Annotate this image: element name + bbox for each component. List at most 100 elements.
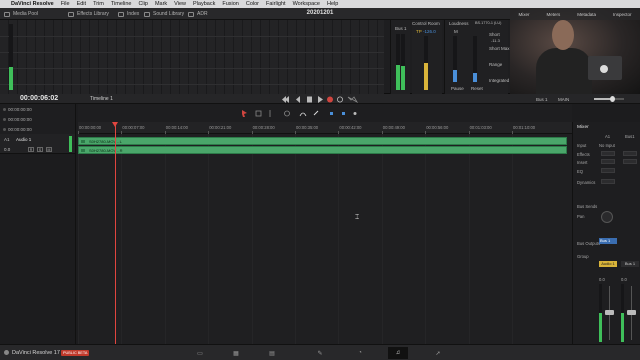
dynamics-slot-a1[interactable] — [601, 179, 615, 184]
loudness-standard[interactable]: BS.1770-1 (LU) — [475, 21, 501, 25]
output-mode-select[interactable]: MAIN — [558, 97, 569, 102]
timeline-grid-line — [164, 134, 166, 344]
tc-row[interactable]: 00:00:00:00 — [8, 117, 32, 122]
menu-color[interactable]: Color — [246, 1, 259, 7]
record-arm-button[interactable]: R — [28, 147, 34, 152]
scroll-icon[interactable] — [347, 96, 359, 103]
dim-icon[interactable] — [353, 112, 357, 115]
stop-icon[interactable] — [307, 96, 312, 103]
pointer-tool-icon[interactable] — [242, 110, 247, 117]
play-icon[interactable] — [318, 96, 323, 103]
menu-help[interactable]: Help — [327, 1, 338, 7]
channel-meter-bank — [0, 20, 384, 94]
snap-icon[interactable] — [299, 112, 307, 117]
solo-button[interactable]: S — [37, 147, 43, 152]
record-icon[interactable] — [327, 96, 333, 103]
tc-row[interactable]: 00:00:00:00 — [8, 107, 32, 112]
effects-library-button[interactable]: Effects Library — [68, 10, 109, 18]
menu-playback[interactable]: Playback — [193, 1, 215, 7]
volume-slider[interactable] — [594, 96, 624, 102]
fader-a1[interactable] — [605, 310, 614, 316]
audio-clip-right[interactable]: S0H2780-MOV - R — [78, 146, 567, 154]
playhead[interactable] — [115, 122, 116, 344]
channel-name-audio1[interactable]: Audio 1 — [599, 261, 617, 267]
deliver-page-icon[interactable]: ➚ — [428, 347, 448, 359]
loudness-m-bar — [453, 36, 457, 82]
marker-icon[interactable] — [342, 112, 345, 115]
tc-row[interactable]: 00:00:00:00 — [8, 127, 32, 132]
track-level[interactable]: 0.0 — [4, 147, 10, 152]
timecode-display[interactable]: 00:00:06:02 — [20, 95, 58, 102]
mute-button[interactable]: M — [46, 147, 52, 152]
pause-button[interactable]: Pause — [451, 86, 464, 91]
mixer-bus-sends-label: Bus Sends — [577, 204, 598, 209]
pan-knob[interactable] — [601, 211, 613, 223]
media-page-icon[interactable]: ▭ — [190, 347, 210, 359]
control-room-meter-bar — [424, 36, 428, 90]
clip-label: S0H2780-MOV - R — [89, 148, 123, 153]
track-header-a1[interactable]: A1 Audio 1 0.0 R S M — [0, 134, 76, 154]
effects-slot-a1[interactable] — [601, 151, 615, 156]
reset-button[interactable]: Reset — [471, 86, 483, 91]
menu-view[interactable]: View — [174, 1, 186, 7]
tab-mixer[interactable]: Mixer — [518, 12, 529, 17]
flag-icon[interactable] — [330, 112, 333, 115]
insert-toggle-bus1[interactable] — [623, 159, 637, 164]
mixer-col-a1: A1 — [605, 134, 611, 139]
tab-meters[interactable]: Meters — [546, 12, 560, 17]
menu-trim[interactable]: Trim — [93, 1, 104, 7]
loudness-short-fill — [473, 73, 477, 82]
level-bus1[interactable]: 0.0 — [621, 277, 627, 282]
timeline-track-area[interactable]: S0H2780-MOV - L S0H2780-MOV - R — [78, 134, 572, 344]
edit-tool-icon[interactable] — [284, 110, 290, 117]
adr-icon — [188, 11, 194, 17]
cut-page-icon[interactable]: ▦ — [226, 347, 246, 359]
insert-toggle-a1[interactable] — [601, 159, 615, 164]
menu-mark[interactable]: Mark — [155, 1, 167, 7]
bus-output-select[interactable]: Bus 1 — [599, 238, 617, 244]
edit-page-icon[interactable]: ▤ — [262, 347, 282, 359]
channel-name-bus1[interactable]: Bus 1 — [621, 261, 639, 267]
menu-fusion[interactable]: Fusion — [222, 1, 239, 7]
track-name[interactable]: Audio 1 — [16, 137, 31, 142]
ruler-tick-label: 00:01:03:00 — [469, 125, 492, 130]
loop-icon[interactable] — [337, 96, 344, 103]
resolve-logo-icon — [4, 350, 9, 355]
sound-library-button[interactable]: Sound Library — [144, 10, 184, 18]
range-tool-icon[interactable] — [255, 110, 262, 117]
adr-button[interactable]: ADR — [188, 10, 208, 18]
ruler-tick-label: 00:00:56:00 — [426, 125, 449, 130]
media-pool-button[interactable]: Media Pool — [4, 10, 38, 18]
output-bus-select[interactable]: Bus 1 — [536, 97, 548, 102]
sound-library-label: Sound Library — [153, 11, 185, 17]
fader-bus1[interactable] — [627, 310, 636, 316]
timeline-ruler[interactable]: 00:00:00:00 00:00:07:00 00:00:14:00 00:00:2… — [78, 122, 572, 134]
timeline-grid-line — [425, 134, 427, 344]
index-button[interactable]: Index — [118, 10, 139, 18]
volume-slider-handle[interactable] — [610, 96, 615, 102]
reverse-play-icon[interactable] — [296, 96, 300, 103]
menu-fairlight[interactable]: Fairlight — [266, 1, 286, 7]
menu-app-name[interactable]: DaVinci Resolve — [11, 1, 54, 7]
menu-edit[interactable]: Edit — [77, 1, 86, 7]
fairlight-page-icon[interactable]: ♫ — [388, 347, 408, 359]
menu-workspace[interactable]: Workspace — [293, 1, 320, 7]
timeline-name[interactable]: Timeline 1 — [90, 96, 113, 102]
tab-inspector[interactable]: Inspector — [613, 12, 632, 17]
mixer-pan-label: Pan — [577, 214, 585, 219]
menu-clip[interactable]: Clip — [138, 1, 147, 7]
link-icon[interactable] — [313, 110, 319, 116]
color-page-icon[interactable]: ◔ — [350, 347, 370, 359]
effects-slot-bus1[interactable] — [623, 151, 637, 156]
menu-timeline[interactable]: Timeline — [111, 1, 132, 7]
level-a1[interactable]: 0.0 — [599, 277, 605, 282]
fusion-page-icon[interactable]: ✎ — [310, 347, 330, 359]
menu-file[interactable]: File — [61, 1, 70, 7]
tab-metadata[interactable]: Metadata — [577, 12, 596, 17]
eq-slot-a1[interactable] — [601, 168, 615, 173]
mixer-input-select[interactable]: No Input — [599, 143, 615, 148]
tc-row-icon — [3, 118, 6, 121]
short-label: Short — [489, 32, 500, 37]
m-label: M — [454, 29, 458, 34]
audio-clip-left[interactable]: S0H2780-MOV - L — [78, 137, 567, 145]
